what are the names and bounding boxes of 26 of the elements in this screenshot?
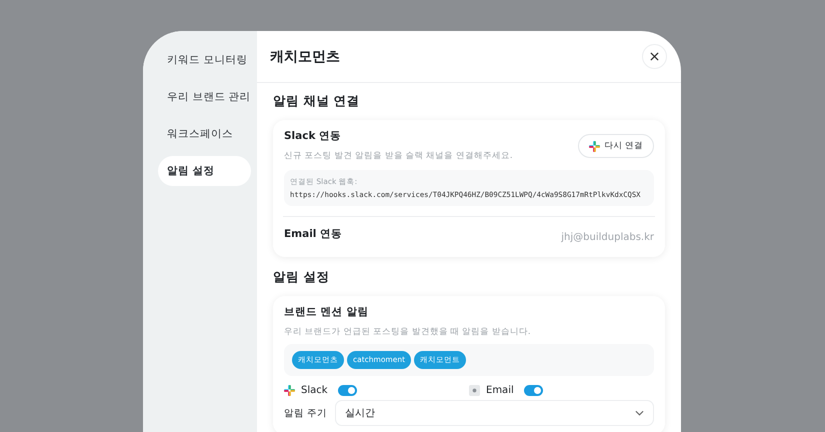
reconnect-button[interactable]: 다시 연결 <box>578 134 654 158</box>
email-address: jhj@builduplabs.kr <box>561 232 654 243</box>
frequency-dropdown[interactable]: 실시간 <box>335 400 654 426</box>
alert-description: 우리 브랜드가 언급된 포스팅을 발견했을 때 알림을 받습니다. <box>284 326 532 338</box>
sidebar-item[interactable]: 키워드 모니터링 <box>158 45 251 75</box>
modal-title: 캐치모먼츠 <box>270 48 340 66</box>
email-title: Email 연동 <box>284 227 342 241</box>
frequency-label: 알림 주기 <box>284 406 328 420</box>
alert-title: 브랜드 멘션 알림 <box>284 305 370 319</box>
slack-logo-icon <box>589 140 600 152</box>
email-icon <box>469 385 480 396</box>
section-title: 알림 설정 <box>273 269 330 286</box>
channel-label: Slack <box>301 385 328 396</box>
slack-logo-icon <box>284 385 295 396</box>
sidebar-item[interactable]: 알림 설정 <box>158 156 251 186</box>
toggle-switch[interactable] <box>524 385 543 396</box>
close-icon <box>650 52 659 61</box>
slack-title: Slack 연동 <box>284 129 342 143</box>
section-title: 알림 채널 연결 <box>273 93 361 110</box>
channel-label: Email <box>486 385 514 396</box>
sidebar-item[interactable]: 우리 브랜드 관리 <box>158 82 251 112</box>
toggle-switch[interactable] <box>338 385 357 396</box>
slack-description: 신규 포스팅 발견 알림을 받을 슬랙 채널을 연결해주세요. <box>284 150 513 162</box>
close-button[interactable] <box>642 44 667 69</box>
chevron-down-icon <box>635 410 644 416</box>
sidebar-item[interactable]: 워크스페이스 <box>158 119 251 149</box>
